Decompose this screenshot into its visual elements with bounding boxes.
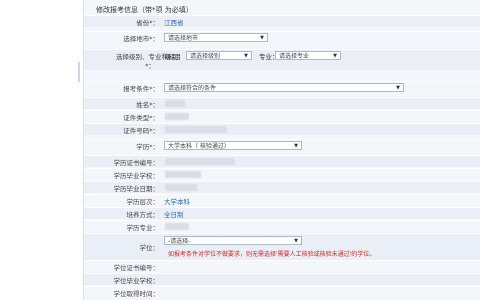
education-label: 学历*： [136, 143, 159, 151]
id-no-value-redacted [165, 126, 227, 133]
row-degree-date: 学位取得时间： [84, 286, 480, 298]
edu-major-label: 学历专业： [126, 224, 160, 232]
row-degree: 学位： -请选择- ▼ 如报考条件对学位不做要求，则无需选择'需要人工核验或核验… [84, 233, 480, 260]
edu-level-label: 学历层次： [126, 198, 160, 206]
row-edu-cert-no: 学历证书编号： [84, 155, 480, 167]
row-edu-major: 学历专业： [84, 220, 480, 232]
edu-date-redacted [165, 184, 197, 191]
row-condition: 报考条件*： 请选择符合的条件 ▼ [84, 81, 480, 93]
edu-school-redacted [165, 171, 201, 178]
row-city: 选择地市*： 请选择地市 ▼ [84, 31, 480, 43]
id-type-label: 证件类型*： [123, 114, 159, 122]
degree-select-value: -请选择- [168, 238, 191, 245]
level-select-value: 请选择级别 [190, 53, 221, 60]
chevron-down-icon: ▼ [244, 53, 248, 59]
row-id-no: 证件号码*： [84, 123, 480, 135]
education-select[interactable]: 大学本科（ 核验通过） ▼ [164, 141, 302, 150]
row-edu-school: 学历毕业学校： [84, 168, 480, 180]
row-edu-level: 学历层次： 大学本科 [84, 194, 480, 206]
chevron-down-icon: ▼ [260, 35, 264, 41]
edu-cert-no-redacted [165, 158, 235, 165]
degree-hint: 如报考条件对学位不做要求，则无需选择'需要人工核验或核验未通过'的学位。 [168, 251, 376, 258]
education-select-value: 大学本科（ 核验通过） [168, 143, 230, 150]
name-value-redacted [165, 100, 185, 107]
level-label: 级别： [165, 53, 185, 61]
level-select[interactable]: 请选择级别 ▼ [186, 51, 252, 60]
province-label: 省份*： [136, 19, 159, 27]
edu-level-value: 大学本科 [164, 198, 190, 206]
major-select-value: 请选择专业 [279, 53, 310, 60]
study-mode-label: 培养方式： [126, 211, 160, 219]
row-degree-school: 学位毕业学校： [84, 273, 480, 285]
id-type-value-redacted [165, 113, 189, 120]
id-no-label: 证件号码*： [123, 127, 159, 135]
chevron-down-icon: ▼ [294, 143, 298, 149]
study-mode-value: 全日制 [164, 211, 184, 219]
row-id-type: 证件类型*： [84, 110, 480, 122]
degree-select[interactable]: -请选择- ▼ [164, 236, 302, 245]
chevron-down-icon: ▼ [294, 238, 298, 244]
level-major-star: *： [145, 62, 155, 70]
degree-date-label: 学位取得时间： [113, 290, 160, 298]
edu-school-label: 学历毕业学校： [113, 172, 160, 180]
province-value: 江西省 [164, 19, 184, 27]
scroll-indicator[interactable] [78, 62, 80, 82]
city-label: 选择地市*： [123, 35, 159, 43]
row-province: 省份*： 江西省 [84, 15, 480, 27]
row-level-major: 选择级别、专业和科目 *： 级别： 请选择级别 ▼ 专业： 请选择专业 ▼ [84, 49, 480, 70]
condition-label: 报考条件*： [123, 85, 159, 93]
row-degree-cert-no: 学位证书编号： [84, 260, 480, 272]
edu-major-redacted [165, 223, 189, 230]
city-select-value: 请选择地市 [168, 35, 199, 42]
row-study-mode: 培养方式： 全日制 [84, 207, 480, 219]
left-margin [0, 0, 80, 300]
degree-label: 学位： [139, 244, 160, 252]
edu-cert-no-label: 学历证书编号： [113, 159, 160, 167]
chevron-down-icon: ▼ [333, 53, 337, 59]
city-select[interactable]: 请选择地市 ▼ [164, 33, 268, 42]
edu-date-label: 学历毕业日期： [113, 185, 160, 193]
condition-select[interactable]: 请选择符合的条件 ▼ [164, 83, 404, 92]
degree-cert-no-label: 学位证书编号： [113, 264, 160, 272]
row-edu-date: 学历毕业日期： [84, 181, 480, 193]
condition-select-value: 请选择符合的条件 [168, 85, 217, 92]
edit-registration-panel: 修改报考信息（带*项 为必填） 省份*： 江西省 选择地市*： 请选择地市 ▼ … [83, 0, 480, 300]
row-name: 姓名*： [84, 97, 480, 109]
name-label: 姓名*： [136, 101, 159, 109]
degree-school-label: 学位毕业学校： [113, 277, 160, 285]
form-title: 修改报考信息（带*项 为必填） [96, 6, 193, 14]
row-education: 学历*： 大学本科（ 核验通过） ▼ [84, 139, 480, 151]
chevron-down-icon: ▼ [396, 85, 400, 91]
major-select[interactable]: 请选择专业 ▼ [275, 51, 341, 60]
